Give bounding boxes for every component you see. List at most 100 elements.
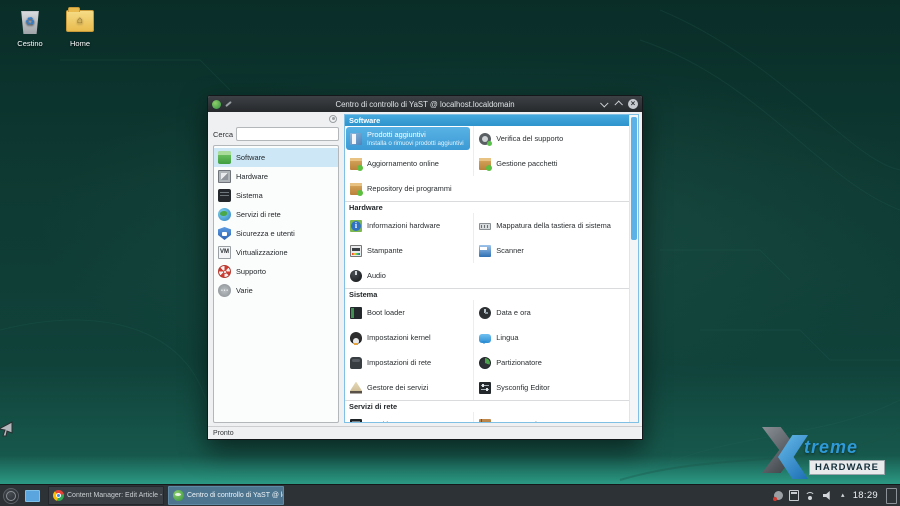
module-gestore-dei-servizi[interactable]: Gestore dei servizi: [345, 375, 473, 400]
task-label: Centro di controllo di YaST @ local...: [187, 492, 284, 499]
module-stampante[interactable]: Stampante: [345, 238, 473, 263]
module-audio[interactable]: Audio: [345, 263, 473, 288]
sidebar-item-servizi-di-rete[interactable]: Servizi di rete: [214, 205, 338, 224]
search-input[interactable]: [236, 127, 339, 141]
taskbar-task-centro-di-controllo-di-yast-[interactable]: Centro di controllo di YaST @ local...: [168, 486, 284, 505]
support-check-icon: [479, 133, 491, 145]
desktop-icon-trash[interactable]: ♻ Cestino: [4, 6, 56, 48]
sidebar-item-virtualizzazione[interactable]: Virtualizzazione: [214, 243, 338, 262]
module-impostazioni-kernel[interactable]: Impostazioni kernel: [345, 325, 473, 350]
sidebar-category-list: Software Hardware SistemaServizi di reteSi…: [213, 145, 339, 423]
module-verifica-del-supporto[interactable]: Verifica del supporto: [473, 126, 630, 151]
module-label: Impostazioni kernel: [367, 333, 431, 342]
hostnames-icon: [350, 419, 362, 423]
sidebar-item-label: Hardware: [236, 172, 268, 181]
app-launcher-icon[interactable]: [3, 488, 19, 504]
logo-treme-text: treme: [804, 437, 858, 458]
desktop-icon-home[interactable]: ⌂ Home: [54, 6, 106, 48]
module-label: Nomi host: [367, 420, 400, 422]
yast-icon: [173, 490, 184, 501]
module-label: Mappatura della tastiera di sistema: [496, 221, 611, 230]
close-button[interactable]: ×: [628, 99, 638, 109]
module-label: Gestione pacchetti: [496, 159, 557, 168]
sidebar-item-label: Virtualizzazione: [236, 248, 288, 257]
module-repository-dei-programmi[interactable]: Repository dei programmi: [345, 176, 473, 201]
module-label: Scanner: [496, 246, 524, 255]
software-category-icon: [218, 151, 231, 164]
module-list: SoftwareProdotti aggiuntiviInstalla o ri…: [345, 115, 630, 422]
module-partizionatore[interactable]: Partizionatore: [473, 350, 630, 375]
online-update-icon: [350, 158, 362, 170]
module-gestione-pacchetti[interactable]: Gestione pacchetti: [473, 151, 630, 176]
module-boot-loader[interactable]: Boot loader: [345, 300, 473, 325]
section-header-sistema: Sistema: [345, 288, 630, 300]
module-label: Data e ora: [496, 308, 531, 317]
services-manager-icon: [350, 382, 362, 394]
keyboard-icon: [479, 223, 491, 230]
yast-app-icon: [212, 100, 221, 109]
module-nomi-host[interactable]: Nomi host: [345, 412, 473, 422]
sidebar-item-supporto[interactable]: Supporto: [214, 262, 338, 281]
module-label: Lingua: [496, 333, 518, 342]
printer-icon: [350, 245, 362, 257]
minimize-button[interactable]: [600, 99, 608, 107]
module-label: Stampante: [367, 246, 403, 255]
virtual-desktop-pager[interactable]: [25, 490, 40, 502]
yast-window: Centro di controllo di YaST @ localhost.…: [207, 95, 643, 440]
partitioner-icon: [479, 357, 491, 369]
addon-package-icon: [350, 133, 362, 145]
module-impostazioni-di-rete[interactable]: Impostazioni di rete: [345, 350, 473, 375]
module-prodotti-aggiuntivi[interactable]: Prodotti aggiuntiviInstalla o rimuovi pr…: [346, 127, 470, 150]
system-tray: [774, 490, 847, 501]
xtreme-hardware-logo: treme HARDWARE: [762, 425, 894, 483]
clipboard-icon[interactable]: [789, 490, 799, 501]
wifi-icon[interactable]: [805, 491, 817, 500]
show-desktop-button[interactable]: [886, 488, 897, 504]
bootloader-icon: [350, 307, 362, 319]
support-category-icon: [218, 265, 231, 278]
status-text: Pronto: [213, 430, 234, 437]
desktop-icon-label: Home: [54, 39, 106, 48]
module-aggiornamento-online[interactable]: Aggiornamento online: [345, 151, 473, 176]
module-mappatura-della-tastiera-di-sistema[interactable]: Mappatura della tastiera di sistema: [473, 213, 630, 238]
status-bar: Pronto: [208, 426, 642, 439]
expand-tray-icon[interactable]: [839, 492, 847, 500]
module-ldap-e-kerberos[interactable]: LDAP e Kerberos: [473, 412, 630, 422]
module-label: Partizionatore: [496, 358, 542, 367]
scrollbar-thumb[interactable]: [631, 117, 637, 240]
task-label: Content Manager: Edit Article - Xtr...: [67, 492, 164, 499]
sidebar-item-software[interactable]: Software: [214, 148, 338, 167]
sidebar-item-sicurezza-e-utenti[interactable]: Sicurezza e utenti: [214, 224, 338, 243]
logo-hardware-text: HARDWARE: [809, 460, 885, 475]
section-header-servizi-di-rete: Servizi di rete: [345, 400, 630, 412]
module-label: Boot loader: [367, 308, 405, 317]
window-titlebar[interactable]: Centro di controllo di YaST @ localhost.…: [208, 96, 642, 112]
vertical-scrollbar[interactable]: [629, 115, 638, 422]
sidebar-item-sistema[interactable]: Sistema: [214, 186, 338, 205]
module-scanner[interactable]: Scanner: [473, 238, 630, 263]
home-folder-icon: ⌂: [54, 6, 106, 36]
gear-icon[interactable]: [329, 115, 337, 123]
module-informazioni-hardware[interactable]: Informazioni hardware: [345, 213, 473, 238]
taskbar: Content Manager: Edit Article - Xtr... Ce…: [0, 484, 900, 506]
volume-icon[interactable]: [823, 491, 833, 501]
section-header-hardware: Hardware: [345, 201, 630, 213]
module-data-e-ora[interactable]: Data e ora: [473, 300, 630, 325]
network-settings-icon: [350, 357, 362, 369]
module-subtitle: Installa o rimuovi prodotti aggiuntivi: [367, 140, 464, 148]
sidebar-item-varie[interactable]: Varie: [214, 281, 338, 300]
sidebar-item-label: Supporto: [236, 267, 266, 276]
module-label: Informazioni hardware: [367, 221, 440, 230]
module-lingua[interactable]: Lingua: [473, 325, 630, 350]
taskbar-task-content-manager-edit-article[interactable]: Content Manager: Edit Article - Xtr...: [48, 486, 164, 505]
section-header-software: Software: [345, 115, 630, 126]
pin-icon[interactable]: [225, 101, 232, 107]
sidebar-item-hardware[interactable]: Hardware: [214, 167, 338, 186]
hardware-info-icon: [350, 220, 362, 232]
sidebar: Cerca SoftwareHardwareSistemaServizi di …: [208, 112, 342, 426]
module-sysconfig-editor[interactable]: Sysconfig Editor: [473, 375, 630, 400]
module-label: Audio: [367, 271, 386, 280]
clock[interactable]: 18:29: [853, 490, 878, 501]
updates-icon[interactable]: [774, 491, 783, 500]
maximize-button[interactable]: [614, 100, 622, 108]
